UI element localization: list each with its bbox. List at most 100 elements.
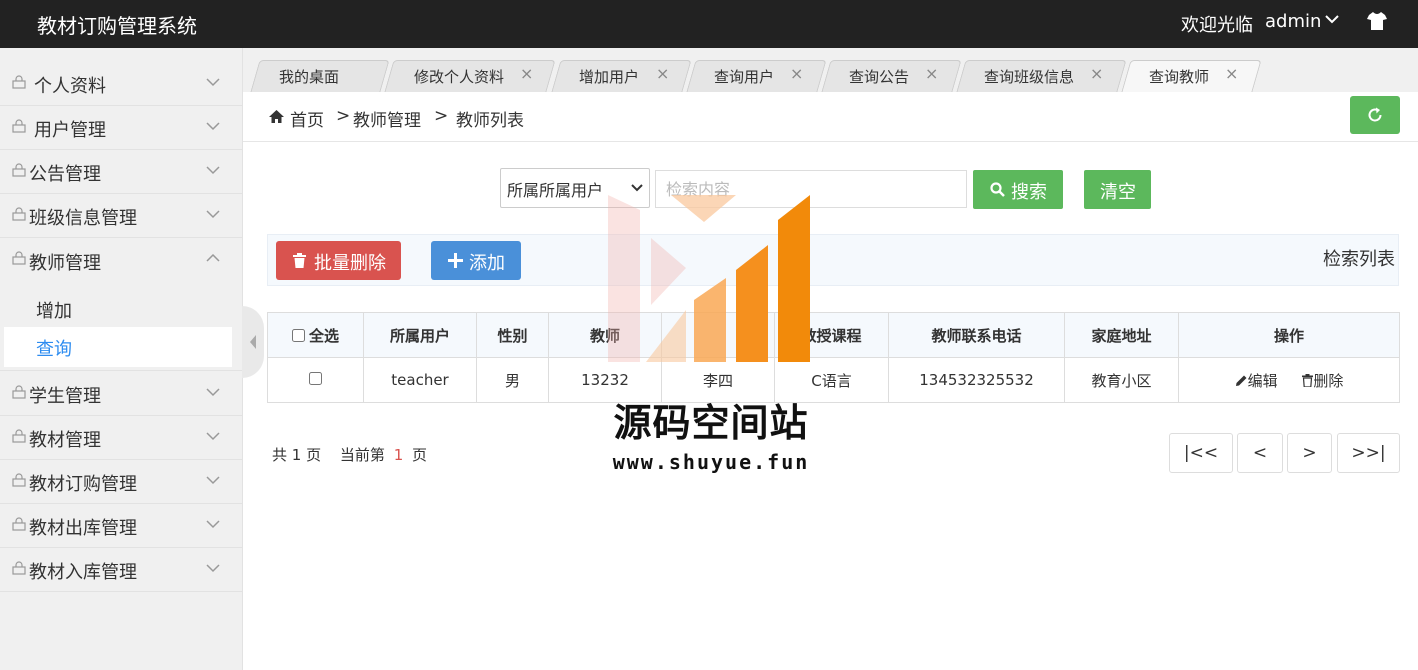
chevron-down-icon — [206, 78, 220, 87]
cell-operations: 编辑 删除 — [1178, 357, 1400, 403]
row-checkbox[interactable] — [309, 372, 322, 385]
chevron-down-icon — [206, 564, 220, 573]
last-page-button[interactable]: >>| — [1337, 433, 1400, 473]
sidebar-subitem-label: 查询 — [36, 339, 72, 360]
tab-bar: 我的桌面 修改个人资料 × 增加用户 × 查询用户 × 查询公告 × 查询班级信… — [243, 48, 1418, 93]
teacher-table: 全选 所属用户 性别 教师 教授课程 教师联系电话 家庭地址 操作 teache… — [267, 312, 1400, 403]
chevron-down-icon — [206, 210, 220, 219]
column-header — [661, 312, 775, 358]
search-button[interactable]: 搜索 — [973, 170, 1063, 209]
sidebar-item-label: 教材入库管理 — [29, 562, 137, 583]
first-page-button[interactable]: |<< — [1169, 433, 1233, 473]
trash-icon — [293, 253, 306, 268]
user-menu[interactable]: admin — [1265, 11, 1321, 32]
chevron-down-icon — [206, 520, 220, 529]
breadcrumb-current: 教师列表 — [456, 111, 524, 131]
sidebar-item-teachers[interactable]: 教师管理 — [0, 237, 242, 281]
lock-icon — [12, 119, 26, 133]
tab-label: 查询用户 — [714, 68, 775, 86]
chevron-down-icon[interactable] — [1325, 14, 1339, 24]
sidebar-item-outbound[interactable]: 教材出库管理 — [0, 503, 242, 548]
chevron-down-icon — [206, 122, 220, 131]
table-header-row: 全选 所属用户 性别 教师 教授课程 教师联系电话 家庭地址 操作 — [267, 312, 1400, 358]
refresh-button[interactable] — [1350, 96, 1400, 134]
prev-page-button[interactable]: < — [1237, 433, 1283, 473]
page-info: 共 1 页 当前第 1 页 — [272, 444, 427, 465]
edit-label: 编辑 — [1247, 371, 1278, 390]
sidebar-item-inbound[interactable]: 教材入库管理 — [0, 547, 242, 592]
app-title: 教材订购管理系统 — [37, 14, 197, 38]
select-value: 所属所属用户 — [507, 181, 604, 200]
sidebar-item-orders[interactable]: 教材订购管理 — [0, 459, 242, 504]
sidebar-item-students[interactable]: 学生管理 — [0, 370, 242, 416]
column-header: 操作 — [1178, 312, 1400, 358]
theme-shirt-icon[interactable] — [1366, 10, 1388, 32]
close-icon[interactable]: × — [925, 64, 938, 83]
current-suffix: 页 — [412, 446, 428, 464]
lock-icon — [12, 251, 26, 265]
total-prefix: 共 — [272, 446, 288, 464]
lock-icon — [12, 517, 26, 531]
add-button[interactable]: 添加 — [431, 241, 521, 280]
select-all-checkbox[interactable] — [291, 328, 305, 342]
sidebar-item-textbooks[interactable]: 教材管理 — [0, 415, 242, 460]
tab-label: 查询公告 — [849, 68, 910, 86]
clear-button[interactable]: 清空 — [1084, 170, 1151, 209]
sidebar: 个人资料 用户管理 公告管理 班级信息管理 教师管理 增加 查询 学生管理 教材… — [0, 48, 243, 670]
action-bar: 批量删除 添加 检索列表 — [267, 234, 1399, 286]
close-icon[interactable]: × — [790, 64, 803, 83]
search-input[interactable] — [655, 170, 967, 208]
breadcrumb-separator: > — [336, 106, 351, 126]
close-icon[interactable]: × — [656, 64, 669, 83]
search-list-label: 检索列表 — [1323, 249, 1395, 270]
close-icon[interactable]: × — [1225, 64, 1238, 83]
search-field-select[interactable]: 所属所属用户 — [500, 168, 650, 208]
breadcrumb-teacher-mgmt[interactable]: 教师管理 — [353, 106, 421, 131]
delete-link[interactable]: 删除 — [1302, 372, 1343, 390]
sidebar-item-notices[interactable]: 公告管理 — [0, 149, 242, 194]
trash-icon — [1302, 373, 1314, 388]
lock-icon — [12, 473, 26, 487]
lock-icon — [12, 385, 26, 399]
total-pages: 1 — [291, 446, 302, 464]
column-header: 教授课程 — [774, 312, 889, 358]
sidebar-item-label: 教材订购管理 — [29, 474, 137, 495]
cell-teacher-name: 李四 — [661, 357, 775, 403]
breadcrumb-home[interactable]: 首页 — [290, 106, 324, 131]
column-header: 家庭地址 — [1064, 312, 1179, 358]
close-icon[interactable]: × — [520, 64, 533, 83]
lock-icon — [12, 429, 26, 443]
batch-delete-button[interactable]: 批量删除 — [276, 241, 401, 280]
sidebar-item-users[interactable]: 用户管理 — [0, 105, 242, 150]
welcome-text: 欢迎光临 — [1181, 15, 1253, 36]
top-bar: 教材订购管理系统 欢迎光临 admin — [0, 0, 1418, 48]
sidebar-item-label: 班级信息管理 — [29, 208, 137, 229]
sidebar-item-profile[interactable]: 个人资料 — [0, 61, 242, 106]
next-page-button[interactable]: > — [1287, 433, 1332, 473]
plus-icon — [448, 253, 463, 268]
select-all-header[interactable]: 全选 — [267, 312, 364, 358]
sidebar-collapse-handle[interactable] — [242, 306, 264, 378]
chevron-down-icon — [631, 184, 643, 192]
refresh-icon — [1368, 107, 1382, 122]
chevron-up-icon — [206, 253, 220, 262]
sidebar-subitem-query[interactable]: 查询 — [4, 327, 232, 367]
sidebar-item-label: 教师管理 — [29, 253, 101, 274]
sidebar-subitem-add[interactable]: 增加 — [36, 297, 72, 323]
lock-icon — [12, 75, 26, 89]
sidebar-item-label: 个人资料 — [34, 76, 106, 97]
sidebar-item-label: 公告管理 — [29, 164, 101, 185]
chevron-down-icon — [206, 432, 220, 441]
sidebar-item-label: 用户管理 — [34, 120, 106, 141]
tab-label: 我的桌面 — [279, 68, 340, 86]
edit-link[interactable]: 编辑 — [1235, 372, 1278, 390]
column-header: 教师 — [548, 312, 662, 358]
cell-address: 教育小区 — [1064, 357, 1179, 403]
close-icon[interactable]: × — [1090, 64, 1103, 83]
home-icon — [269, 110, 284, 123]
current-prefix: 当前第 — [339, 446, 385, 464]
cell-phone: 134532325532 — [888, 357, 1065, 403]
total-suffix: 页 — [306, 446, 322, 464]
sidebar-item-classes[interactable]: 班级信息管理 — [0, 193, 242, 238]
clear-button-label: 清空 — [1100, 182, 1136, 203]
